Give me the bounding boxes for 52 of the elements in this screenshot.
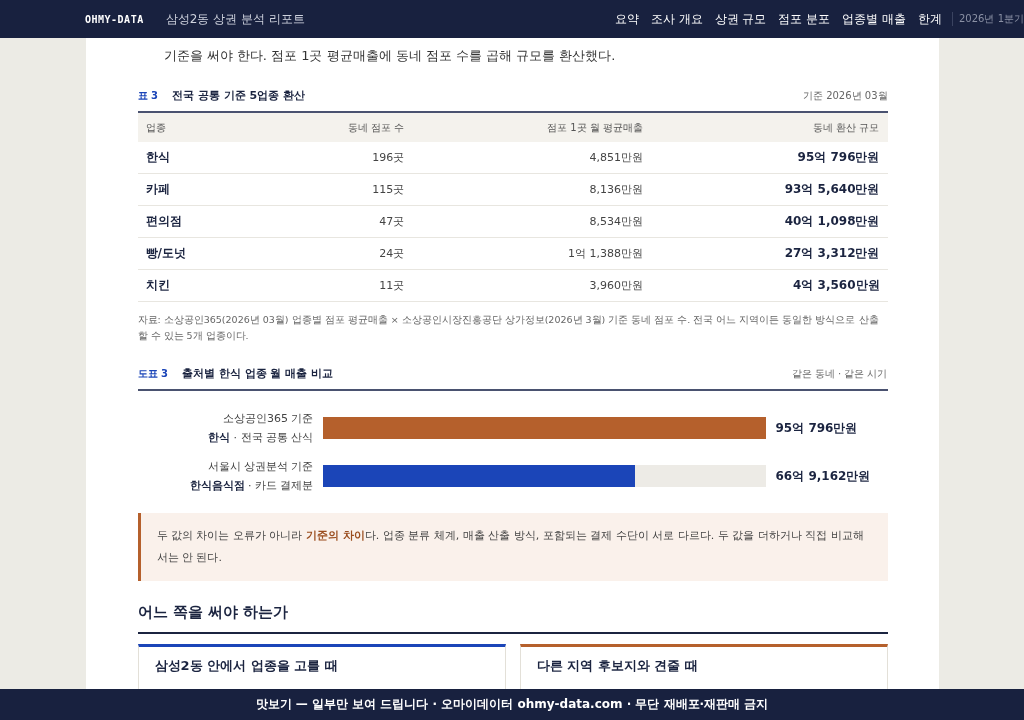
card-title: 다른 지역 후보지와 견줄 때 bbox=[536, 658, 698, 673]
nav-link[interactable]: 상권 규모 bbox=[714, 10, 767, 28]
table-cell: 빵/도넛 bbox=[137, 237, 258, 270]
period-label: 2026년 1분기 bbox=[952, 12, 1024, 26]
figure-meta: 같은 동네 · 같은 시기 bbox=[791, 367, 888, 381]
column-header: 점포 1곳 월 평균매출 bbox=[412, 113, 651, 142]
card-title: 삼성2동 안에서 업종을 고를 때 bbox=[154, 658, 338, 673]
bar-source: 서울시 상권분석 기준 bbox=[207, 459, 314, 475]
section-heading: 어느 쪽을 써야 하는가 bbox=[137, 603, 888, 634]
intro-paragraph: 기준을 써야 한다. 점포 1곳 평균매출에 동네 점포 수를 곱해 규모를 환산했다. bbox=[162, 47, 617, 65]
nav-link[interactable]: 요약 bbox=[614, 10, 639, 28]
report-title: 삼성2동 상권 분석 리포트 bbox=[165, 10, 305, 28]
table-cell: 24곳 bbox=[257, 237, 413, 270]
figure-tag: 도표 3 bbox=[137, 367, 168, 381]
nav-link[interactable]: 업종별 매출 bbox=[842, 10, 906, 28]
table-tag: 표 3 bbox=[137, 89, 158, 103]
figure-title: 출처별 한식 업종 월 매출 비교 bbox=[181, 366, 334, 381]
bar-label: 한식음식점 · 카드 결제분 bbox=[189, 478, 314, 494]
column-header: 업종 bbox=[137, 113, 258, 142]
bar-source: 소상공인365 기준 bbox=[223, 411, 314, 427]
table-cell: 93억 5,640만원 bbox=[650, 173, 888, 206]
table-cell: 4,851만원 bbox=[412, 142, 651, 174]
table-cell: 95억 796만원 bbox=[650, 142, 888, 174]
table-cell: 카페 bbox=[137, 173, 258, 206]
table-cell: 40억 1,098만원 bbox=[650, 205, 888, 238]
callout-text: 두 값의 차이는 오류가 아니라 기준의 차이다. 업종 분류 체계, 매출 산출 방식, 포함되는 결제 수단이 서로 다르다. 두 값을 더하거나 직접 비교해서는 안 된다. bbox=[156, 528, 865, 566]
table-cell: 27억 3,312만원 bbox=[650, 237, 888, 270]
nav-link[interactable]: 한계 bbox=[918, 10, 942, 28]
table-cell: 3,960만원 bbox=[412, 269, 651, 302]
table-cell: 치킨 bbox=[137, 269, 258, 302]
table-cell: 8,136만원 bbox=[412, 173, 651, 206]
bar-value: 66억 9,162만원 bbox=[775, 467, 871, 485]
nav-link[interactable]: 점포 분포 bbox=[778, 10, 831, 28]
column-header: 동네 점포 수 bbox=[257, 113, 413, 142]
table-cell: 11곳 bbox=[257, 269, 413, 302]
table-cell: 115곳 bbox=[257, 173, 413, 206]
table-cell: 8,534만원 bbox=[412, 205, 651, 238]
table-cell: 편의점 bbox=[137, 205, 258, 238]
table-cell: 1억 1,388만원 bbox=[412, 237, 651, 270]
table-cell: 4억 3,560만원 bbox=[650, 269, 888, 302]
nav-link[interactable]: 조사 개요 bbox=[650, 10, 703, 28]
table-cell: 47곳 bbox=[257, 205, 413, 238]
logo[interactable]: OHMY-DATA bbox=[85, 13, 144, 25]
table-meta: 기준 2026년 03월 bbox=[802, 89, 888, 103]
source-note: 자료: 소상공인365(2026년 03월) 업종별 점포 평균매출 × 소상공인시장진흥공단 상가정보(2026년 3월) 기준 동네 점포 수. 전국 어느 지역이든 동일한 방식으로 산출할 수 있는 5개 업종이다. bbox=[137, 313, 880, 343]
bar-value: 95억 796만원 bbox=[775, 419, 858, 437]
bar-label: 한식 · 전국 공통 산식 bbox=[208, 430, 314, 446]
column-header: 동네 환산 규모 bbox=[650, 113, 888, 142]
footer-text: 맛보기 — 일부만 보여 드립니다 · 오마이데이터 ohmy-data.com · 무단 재배포·재판매 금지 bbox=[255, 696, 769, 713]
table-cell: 한식 bbox=[137, 142, 258, 174]
table-cell: 196곳 bbox=[257, 142, 413, 174]
table-title: 전국 공통 기준 5업종 환산 bbox=[171, 88, 305, 103]
